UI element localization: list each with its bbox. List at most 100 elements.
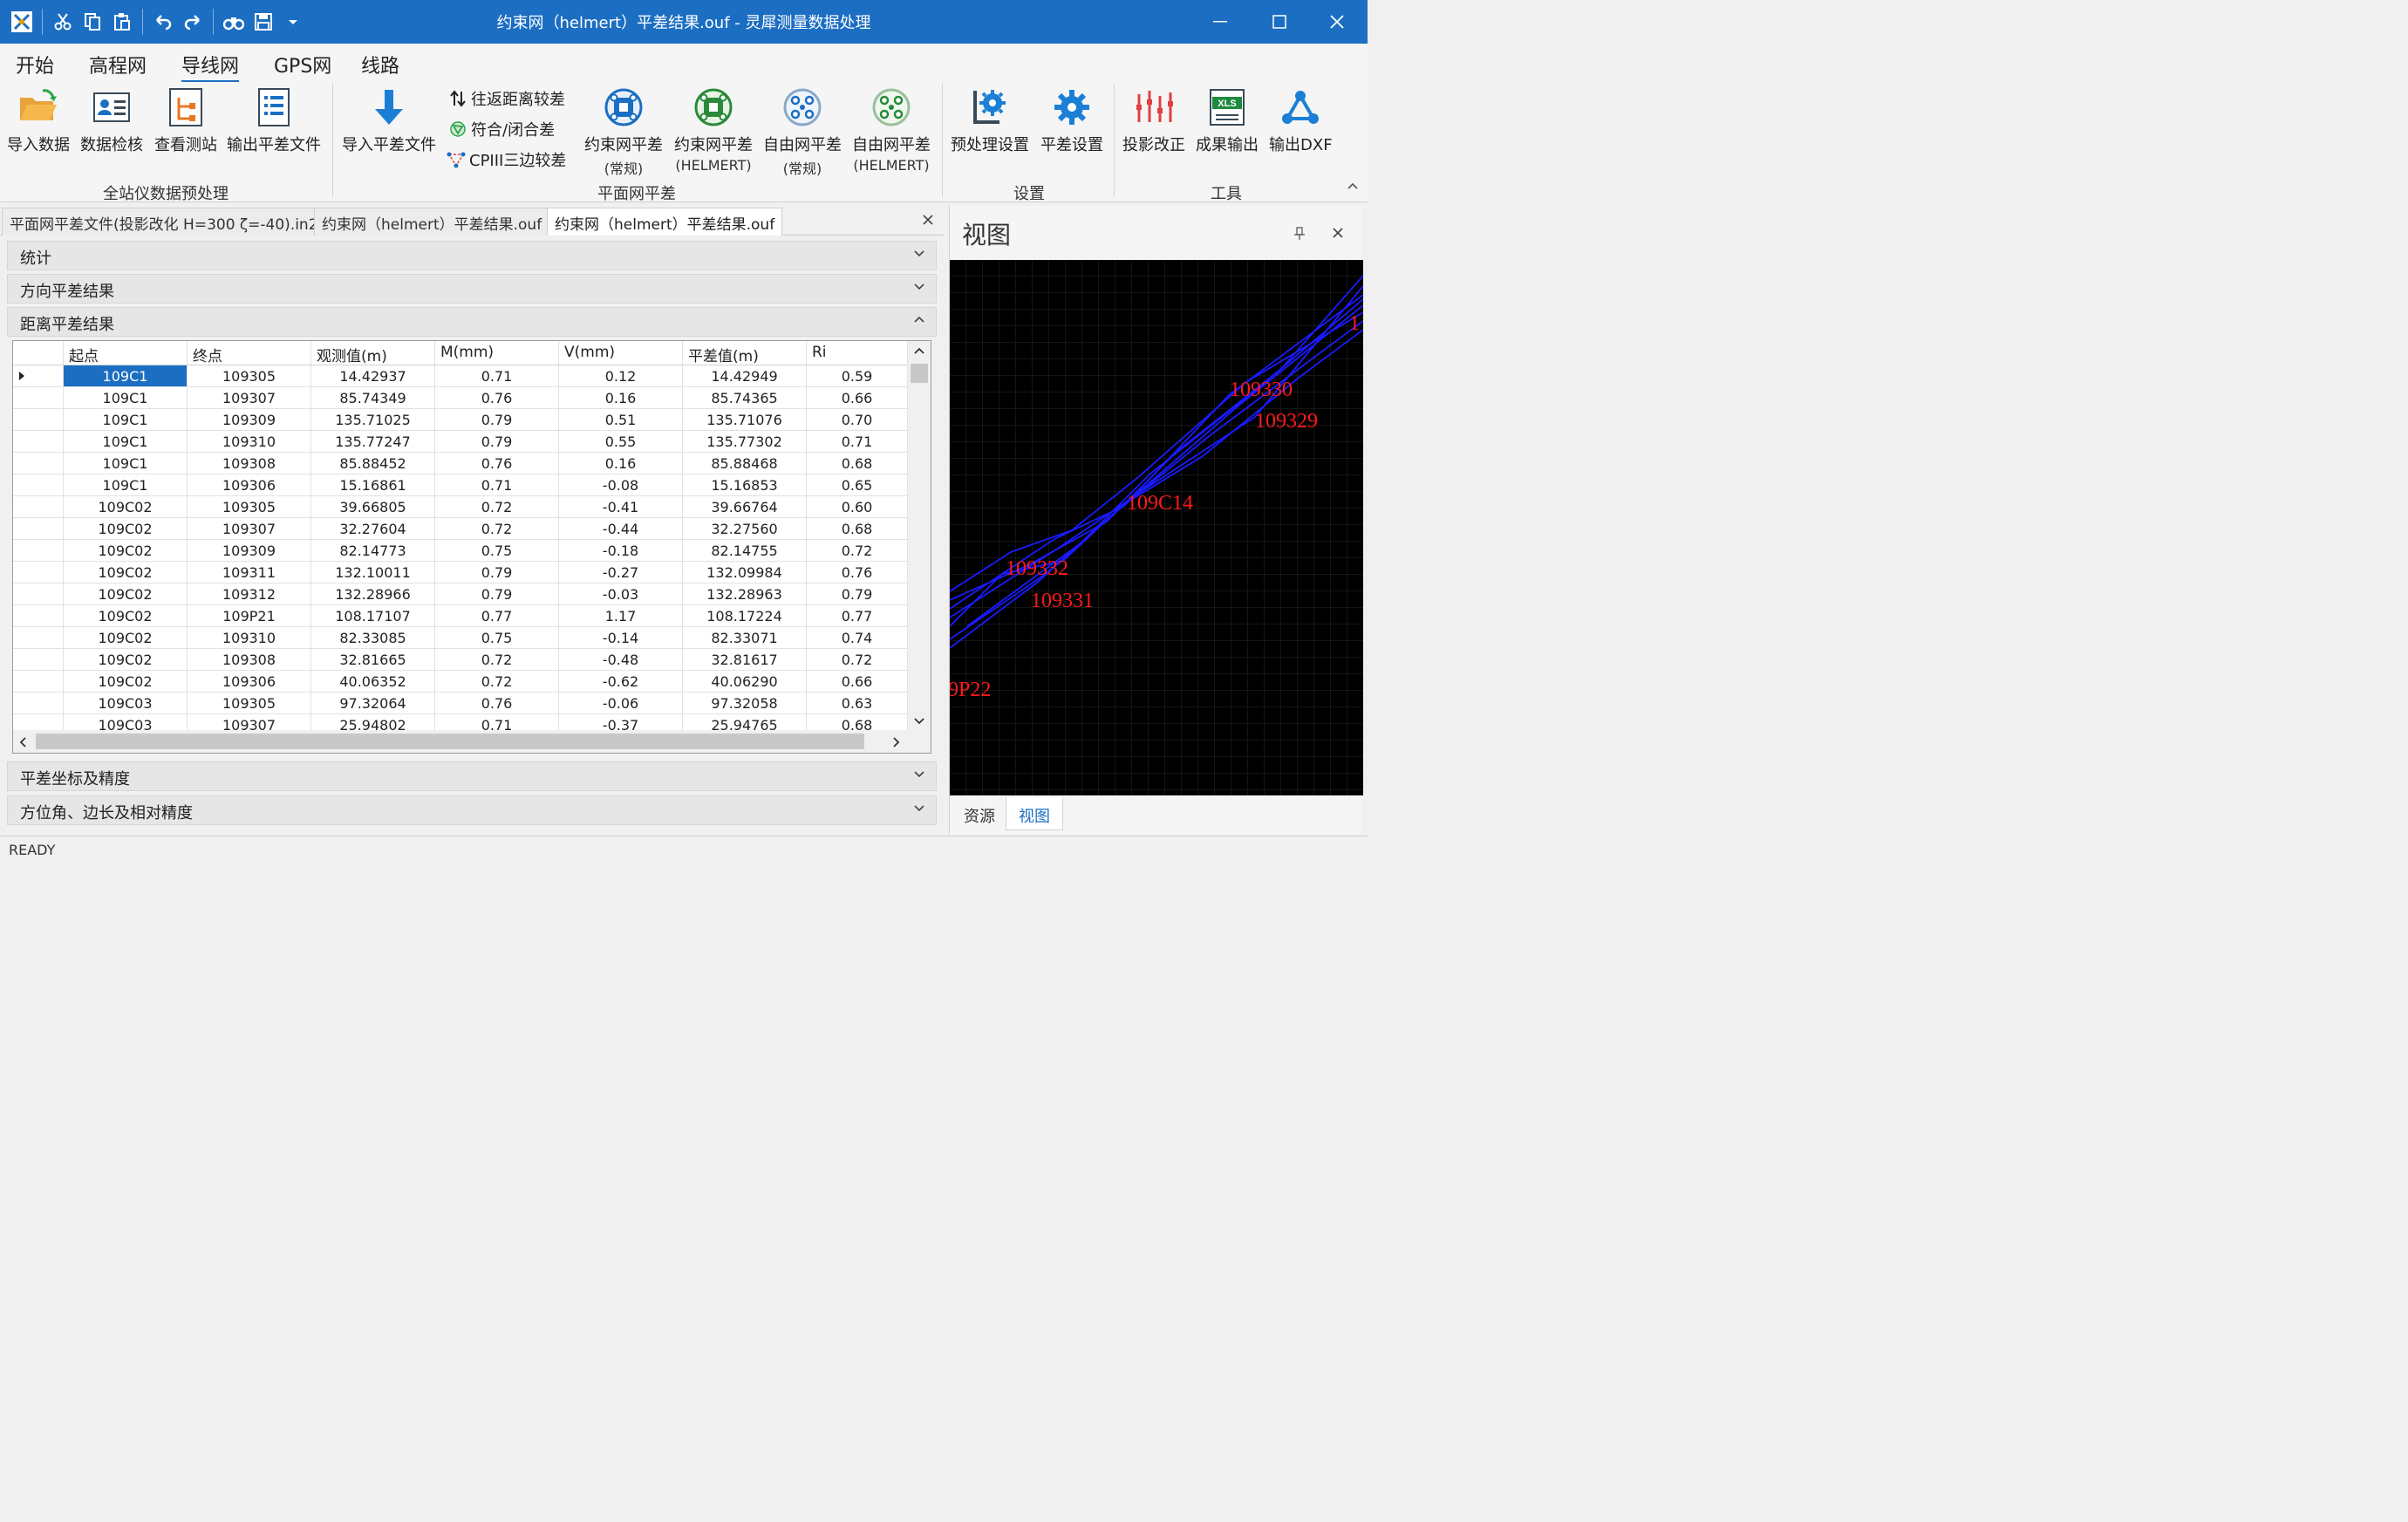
cell-adjusted[interactable]: 32.81617 bbox=[683, 649, 807, 671]
col-header-m[interactable]: M(mm) bbox=[435, 341, 559, 365]
export-adjust-file-button[interactable]: 输出平差文件 bbox=[227, 85, 321, 155]
cell-adjusted[interactable]: 132.09984 bbox=[683, 562, 807, 584]
row-header[interactable] bbox=[13, 518, 64, 540]
cell-start[interactable]: 109C1 bbox=[64, 474, 188, 496]
view-station-button[interactable]: 查看测站 bbox=[154, 85, 217, 155]
table-row[interactable]: 109C02 109307 32.27604 0.72 -0.44 32.27560 0.6… bbox=[13, 518, 908, 540]
cell-end[interactable]: 109309 bbox=[188, 409, 311, 431]
cell-ri[interactable]: 0.68 bbox=[807, 518, 908, 540]
close-doc-icon[interactable] bbox=[917, 209, 938, 230]
cell-m[interactable]: 0.72 bbox=[435, 671, 559, 693]
cell-start[interactable]: 109C02 bbox=[64, 584, 188, 605]
cell-end[interactable]: 109305 bbox=[188, 365, 311, 387]
cell-v[interactable]: 1.17 bbox=[559, 605, 683, 627]
cell-adjusted[interactable]: 85.88468 bbox=[683, 453, 807, 474]
cell-end[interactable]: 109312 bbox=[188, 584, 311, 605]
table-row[interactable]: 109C02 109310 82.33085 0.75 -0.14 82.33071 0.7… bbox=[13, 627, 908, 649]
result-output-button[interactable]: XLS 成果输出 bbox=[1196, 85, 1259, 155]
section-direction[interactable]: 方向平差结果 bbox=[7, 274, 937, 304]
cell-start[interactable]: 109C02 bbox=[64, 562, 188, 584]
cell-end[interactable]: 109305 bbox=[188, 693, 311, 714]
cell-v[interactable]: -0.14 bbox=[559, 627, 683, 649]
cell-start[interactable]: 109C02 bbox=[64, 649, 188, 671]
cell-end[interactable]: 109309 bbox=[188, 540, 311, 562]
constrained-adjust-helmert-button[interactable]: 约束网平差 (HELMERT) bbox=[674, 85, 753, 174]
tab-gps[interactable]: GPS网 bbox=[274, 51, 331, 78]
cell-ri[interactable]: 0.68 bbox=[807, 453, 908, 474]
row-header[interactable] bbox=[13, 605, 64, 627]
close-button[interactable] bbox=[1308, 0, 1366, 44]
cell-observed[interactable]: 85.74349 bbox=[311, 387, 435, 409]
doc-tab-in2[interactable]: 平面网平差文件(投影改化 H=300 ζ=-40).in2 bbox=[2, 208, 326, 235]
cell-adjusted[interactable]: 135.77302 bbox=[683, 431, 807, 453]
cell-v[interactable]: 0.16 bbox=[559, 453, 683, 474]
cell-ri[interactable]: 0.66 bbox=[807, 671, 908, 693]
cell-start[interactable]: 109C1 bbox=[64, 365, 188, 387]
table-row[interactable]: 109C1 109305 14.42937 0.71 0.12 14.42949 0.59 bbox=[13, 365, 908, 387]
cell-observed[interactable]: 82.14773 bbox=[311, 540, 435, 562]
cell-observed[interactable]: 135.77247 bbox=[311, 431, 435, 453]
import-adjust-file-button[interactable]: 导入平差文件 bbox=[342, 85, 436, 155]
cell-v[interactable]: -0.44 bbox=[559, 518, 683, 540]
cell-observed[interactable]: 85.88452 bbox=[311, 453, 435, 474]
cell-end[interactable]: 109310 bbox=[188, 431, 311, 453]
vertical-scrollbar[interactable] bbox=[908, 341, 931, 730]
pin-icon[interactable] bbox=[1293, 227, 1306, 241]
cell-adjusted[interactable]: 82.14755 bbox=[683, 540, 807, 562]
cell-adjusted[interactable]: 14.42949 bbox=[683, 365, 807, 387]
cell-adjusted[interactable]: 132.28963 bbox=[683, 584, 807, 605]
row-header[interactable] bbox=[13, 431, 64, 453]
cell-ri[interactable]: 0.59 bbox=[807, 365, 908, 387]
scroll-left-icon[interactable] bbox=[18, 736, 27, 748]
data-check-button[interactable]: 数据检核 bbox=[80, 85, 143, 155]
cell-end[interactable]: 109P21 bbox=[188, 605, 311, 627]
section-distance[interactable]: 距离平差结果 bbox=[7, 307, 937, 337]
section-azimuth[interactable]: 方位角、边长及相对精度 bbox=[7, 795, 937, 825]
cell-observed[interactable]: 14.42937 bbox=[311, 365, 435, 387]
import-data-button[interactable]: 导入数据 bbox=[7, 85, 70, 155]
constrained-adjust-normal-button[interactable]: 约束网平差 (常规) bbox=[584, 85, 663, 178]
cell-v[interactable]: 0.51 bbox=[559, 409, 683, 431]
cell-m[interactable]: 0.72 bbox=[435, 649, 559, 671]
cell-start[interactable]: 109C02 bbox=[64, 671, 188, 693]
cell-start[interactable]: 109C02 bbox=[64, 627, 188, 649]
cell-start[interactable]: 109C02 bbox=[64, 540, 188, 562]
scroll-right-icon[interactable] bbox=[892, 736, 901, 748]
table-row[interactable]: 109C1 109310 135.77247 0.79 0.55 135.77302 0.7… bbox=[13, 431, 908, 453]
doc-tab-result-2[interactable]: 约束网（helmert）平差结果.ouf bbox=[547, 208, 783, 235]
cell-observed[interactable]: 40.06352 bbox=[311, 671, 435, 693]
cell-start[interactable]: 109C02 bbox=[64, 496, 188, 518]
cell-end[interactable]: 109308 bbox=[188, 453, 311, 474]
cell-observed[interactable]: 132.28966 bbox=[311, 584, 435, 605]
cell-m[interactable]: 0.72 bbox=[435, 496, 559, 518]
cell-end[interactable]: 109306 bbox=[188, 474, 311, 496]
cell-v[interactable]: -0.08 bbox=[559, 474, 683, 496]
cell-m[interactable]: 0.71 bbox=[435, 365, 559, 387]
col-header-observed[interactable]: 观测值(m) bbox=[311, 341, 435, 365]
cell-start[interactable]: 109C02 bbox=[64, 605, 188, 627]
collapse-ribbon-button[interactable] bbox=[1347, 181, 1362, 195]
cell-observed[interactable]: 132.10011 bbox=[311, 562, 435, 584]
table-row[interactable]: 109C1 109309 135.71025 0.79 0.51 135.71076 0.7… bbox=[13, 409, 908, 431]
cell-v[interactable]: 0.55 bbox=[559, 431, 683, 453]
cell-observed[interactable]: 108.17107 bbox=[311, 605, 435, 627]
panel-tab-resources[interactable]: 资源 bbox=[952, 797, 1007, 830]
panel-close-icon[interactable] bbox=[1332, 227, 1344, 239]
cell-v[interactable]: -0.41 bbox=[559, 496, 683, 518]
cell-start[interactable]: 109C02 bbox=[64, 518, 188, 540]
cell-start[interactable]: 109C1 bbox=[64, 387, 188, 409]
cell-m[interactable]: 0.76 bbox=[435, 453, 559, 474]
cpiii-triangle-button[interactable]: CPIII三边较差 bbox=[447, 148, 566, 171]
export-dxf-button[interactable]: 输出DXF bbox=[1269, 85, 1333, 155]
cell-adjusted[interactable]: 39.66764 bbox=[683, 496, 807, 518]
cell-ri[interactable]: 0.60 bbox=[807, 496, 908, 518]
cell-ri[interactable]: 0.66 bbox=[807, 387, 908, 409]
cell-ri[interactable]: 0.70 bbox=[807, 409, 908, 431]
table-row[interactable]: 109C02 109306 40.06352 0.72 -0.62 40.06290 0.6… bbox=[13, 671, 908, 693]
row-header[interactable] bbox=[13, 474, 64, 496]
cell-m[interactable]: 0.79 bbox=[435, 431, 559, 453]
cell-start[interactable]: 109C1 bbox=[64, 409, 188, 431]
cell-end[interactable]: 109305 bbox=[188, 496, 311, 518]
cell-end[interactable]: 109308 bbox=[188, 649, 311, 671]
panel-tab-view[interactable]: 视图 bbox=[1006, 797, 1063, 830]
